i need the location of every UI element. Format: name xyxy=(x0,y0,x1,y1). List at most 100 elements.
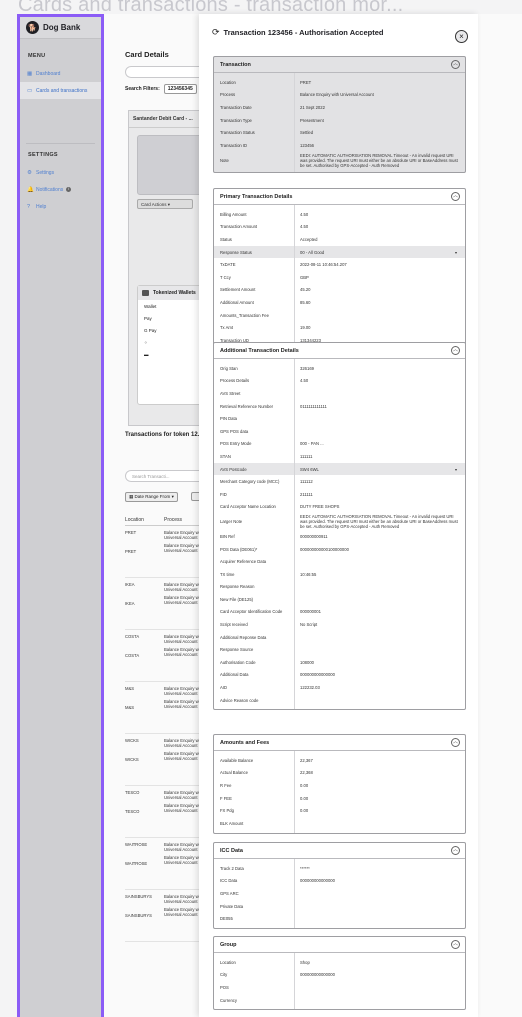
section-rows: Billing Amount 4.50 Transaction Amount 4.50… xyxy=(214,205,465,350)
detail-value: 000 - PAN ... xyxy=(300,441,459,446)
detail-row: Amounts_Transaction Fee xyxy=(214,309,465,322)
detail-label: ICC Data xyxy=(220,878,238,884)
detail-row: Transaction Type Presentment xyxy=(214,114,465,127)
help-icon: ? xyxy=(27,203,31,210)
chevron-up-icon[interactable]: ︿ xyxy=(451,738,460,747)
table-row[interactable]: M&S M&S Balance Enquiry with Universal Acc… xyxy=(125,682,205,734)
section-rows: Location Shop City 000000000000000 POS Curren… xyxy=(214,953,465,1010)
detail-value: 111112 xyxy=(300,479,459,484)
sidebar-item-settings[interactable]: ⚙ Settings xyxy=(20,164,101,181)
section-icc-data: ICC Data ︿ Track 2 Data ****** ICC Data 00000… xyxy=(213,842,466,929)
brand[interactable]: 🐕 Dog Bank xyxy=(20,17,101,39)
detail-row: Merchant Category code (MCC) 111112 xyxy=(214,475,465,488)
wallet-row-apple-pay[interactable]: Pay xyxy=(138,312,208,324)
location-value: IKEA xyxy=(125,582,135,587)
detail-row: Private Data xyxy=(214,900,465,913)
detail-value-text: 111112 xyxy=(300,479,313,485)
detail-value: Shop xyxy=(300,960,459,965)
calendar-icon: ▦ xyxy=(129,494,134,499)
detail-row[interactable]: Response Status 00 - All Good ▾ xyxy=(214,245,465,259)
detail-label: POS Entry Mode xyxy=(220,441,252,447)
blackberry-icon: ⁘ xyxy=(144,340,148,345)
close-button[interactable]: × xyxy=(455,30,468,43)
section-header[interactable]: Primary Transaction Details ︿ xyxy=(214,189,465,205)
wallet-label: G Pay xyxy=(144,328,157,333)
card-actions-dropdown[interactable]: Card Actions ▾ xyxy=(137,199,193,209)
table-row[interactable]: PRET PRET Balance Enquiry with Universal A… xyxy=(125,526,205,578)
transaction-drawer: ⟳ Transaction 123456 - Authorisation Acc… xyxy=(199,14,478,1017)
wallet-row-blackberry[interactable]: ⁘ xyxy=(138,336,208,348)
detail-label: GPS ARC xyxy=(220,890,239,896)
detail-value: 0.00 xyxy=(300,796,459,801)
wallet-row-card[interactable]: ▬ xyxy=(138,348,208,360)
search-input[interactable] xyxy=(125,66,205,78)
section-header[interactable]: Group ︿ xyxy=(214,937,465,953)
sidebar-item-cards-and-transactions[interactable]: ▭ Cards and transactions xyxy=(20,82,101,99)
sidebar-item-dashboard[interactable]: ▦ Dashboard xyxy=(20,65,101,82)
search-filters-label: Search Filters: xyxy=(125,86,160,92)
search-filters: Search Filters: 123456345 xyxy=(125,84,197,94)
detail-row[interactable]: AVS Postcode SW4 6WL ▾ xyxy=(214,462,465,476)
table-row[interactable]: WICKS WICKS Balance Enquiry with Universal… xyxy=(125,734,205,786)
transaction-search-input[interactable]: Search Transacti... xyxy=(125,470,205,482)
detail-value: Accepted xyxy=(300,237,459,242)
detail-value-text: 211111 xyxy=(300,491,313,497)
date-range-label: Date Range From xyxy=(134,494,171,499)
table-row[interactable]: TESCO TESCO Balance Enquiry with Universal… xyxy=(125,786,205,838)
chevron-up-icon[interactable]: ︿ xyxy=(451,192,460,201)
section-title: Additional Transaction Details xyxy=(220,347,299,354)
detail-value: 0.00 xyxy=(300,808,459,813)
date-range-button[interactable]: ▦ Date Range From ▾ xyxy=(125,492,178,502)
location-value: COSTA xyxy=(125,653,140,658)
detail-label: Location xyxy=(220,959,236,965)
detail-value-text: 85.60 xyxy=(300,299,311,305)
filter-chip[interactable]: 123456345 xyxy=(163,84,197,94)
sidebar-item-notifications[interactable]: 🔔 Notifications i xyxy=(20,181,101,198)
wallet-row-google-pay[interactable]: G Pay xyxy=(138,324,208,336)
chevron-up-icon[interactable]: ︿ xyxy=(451,60,460,69)
table-row[interactable]: WAITROSE WAITROSE Balance Enquiry with Uni… xyxy=(125,838,205,890)
detail-value: 45.20 xyxy=(300,287,459,292)
section-header[interactable]: Transaction ︿ xyxy=(214,57,465,73)
chevron-up-icon[interactable]: ︿ xyxy=(451,940,460,949)
detail-row: POS xyxy=(214,981,465,994)
detail-value: 122232.03 xyxy=(300,685,459,690)
sidebar-item-label: Notifications xyxy=(36,186,64,193)
detail-value: 000000000000000 xyxy=(300,972,459,977)
chevron-up-icon[interactable]: ︿ xyxy=(451,346,460,355)
close-icon: × xyxy=(459,31,464,41)
table-row[interactable]: COSTA COSTA Balance Enquiry with Universal… xyxy=(125,630,205,682)
detail-row: Advice Reason code xyxy=(214,694,465,707)
section-rows: Orig Stan 326169 Process Details 4.50 AVS St… xyxy=(214,359,465,710)
debit-card-title: Santander Debit Card - ... xyxy=(129,111,207,128)
detail-label: Transaction ID xyxy=(220,142,248,148)
detail-label: Transaction Date xyxy=(220,104,252,110)
detail-label: Process Details xyxy=(220,378,250,384)
section-header[interactable]: ICC Data ︿ xyxy=(214,843,465,859)
refresh-icon[interactable]: ⟳ xyxy=(212,27,220,38)
bell-icon: 🔔 xyxy=(27,186,34,193)
detail-value-text: 0.00 xyxy=(300,795,309,801)
wallet-header-row: Wallet xyxy=(138,300,208,312)
detail-label: Location xyxy=(220,79,236,85)
detail-row: Billing Amount 4.50 xyxy=(214,208,465,221)
detail-row: FID 211111 xyxy=(214,488,465,501)
detail-row: Retrieval Reference Number 0111111111111 xyxy=(214,400,465,413)
wallet-label: Pay xyxy=(144,316,152,321)
section-amounts-and-fees: Amounts and Fees ︿ Available Balance 22,367… xyxy=(213,734,466,834)
chevron-up-icon[interactable]: ︿ xyxy=(451,846,460,855)
detail-label: Card Acceptor Identification Code xyxy=(220,609,283,615)
detail-value-text: Presentment xyxy=(300,117,324,123)
section-header[interactable]: Additional Transaction Details ︿ xyxy=(214,343,465,359)
detail-value: 85.60 xyxy=(300,300,459,305)
detail-row: Location Shop xyxy=(214,956,465,969)
sidebar-item-help[interactable]: ? Help xyxy=(20,198,101,215)
detail-value-text: 4.50 xyxy=(300,378,309,384)
detail-label: Available Balance xyxy=(220,757,254,763)
table-row[interactable]: SAINSBURYS SAINSBURYS Balance Enquiry with… xyxy=(125,890,205,942)
section-header[interactable]: Amounts and Fees ︿ xyxy=(214,735,465,751)
brand-name: Dog Bank xyxy=(43,23,81,32)
detail-label: BIN Ref xyxy=(220,533,235,539)
tokenized-wallets-title: Tokenized Wallets xyxy=(153,290,196,296)
table-row[interactable]: IKEA IKEA Balance Enquiry with Universal A… xyxy=(125,578,205,630)
